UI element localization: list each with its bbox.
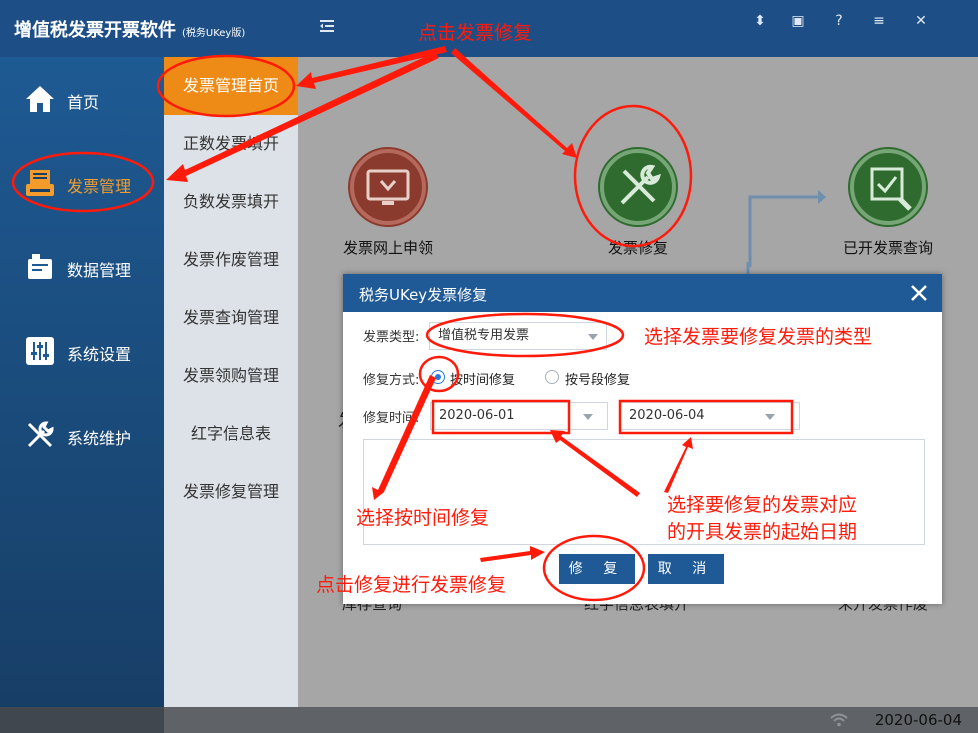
app-title-text: 增值税发票开票软件 <box>14 20 176 41</box>
invoice-type-label: 发票类型: <box>363 330 420 345</box>
start-date-picker[interactable]: 2020-06-01 <box>430 402 608 430</box>
settings-sliders-icon <box>26 337 54 365</box>
sidebar-item-label: 系统设置 <box>67 345 132 364</box>
annotation-select-by-time: 选择按时间修复 <box>356 507 490 529</box>
menu-icon[interactable]: ≡ <box>868 12 890 30</box>
monitor-download-icon <box>348 147 428 227</box>
start-date-value: 2020-06-01 <box>439 408 515 423</box>
chevron-down-icon <box>588 334 598 340</box>
sidebar-item-invoice[interactable]: 发票管理 <box>0 163 164 203</box>
close-icon[interactable] <box>908 282 930 304</box>
chevron-down-icon <box>765 414 775 420</box>
tools-icon <box>598 147 678 227</box>
sidebar-item-label: 首页 <box>67 93 100 112</box>
radio-by-segment-label: 按号段修复 <box>565 373 631 388</box>
status-date: 2020-06-04 <box>874 711 962 729</box>
func-label: 发票网上申领 <box>342 239 433 257</box>
sidebar-item-home[interactable]: 首页 <box>0 79 164 119</box>
close-icon[interactable]: ✕ <box>910 12 932 30</box>
annotation-click-repair-go: 点击修复进行发票修复 <box>316 574 507 596</box>
annotation-select-dates-1: 选择要修复的发票对应 <box>667 494 858 516</box>
radio-by-time-label: 按时间修复 <box>450 373 516 388</box>
annotation-select-dates-2: 的开具发票的起始日期 <box>667 521 858 543</box>
submenu-item-void[interactable]: 发票作废管理 <box>164 231 298 289</box>
submenu-item-invoice-home[interactable]: 发票管理首页 <box>164 57 298 115</box>
search-doc-icon <box>848 147 928 227</box>
help-icon[interactable]: ? <box>828 12 850 30</box>
end-date-picker[interactable]: 2020-06-04 <box>620 402 800 430</box>
invoice-icon <box>26 170 54 196</box>
collapse-icon[interactable] <box>318 17 336 35</box>
submenu-item-purchase[interactable]: 发票领购管理 <box>164 347 298 405</box>
wrench-icon <box>27 421 54 448</box>
submenu-item-red-info[interactable]: 红字信息表 <box>164 405 298 463</box>
submenu-item-negative-invoice[interactable]: 负数发票填开 <box>164 173 298 231</box>
sidebar-item-label: 系统维护 <box>67 429 132 448</box>
func-online-apply[interactable]: 发票网上申领 <box>328 147 448 258</box>
dialog-title-bar: 税务UKey发票修复 <box>343 274 942 312</box>
radio-by-segment[interactable] <box>545 370 559 384</box>
sidebar-item-maintenance[interactable]: 系统维护 <box>0 415 164 455</box>
invoice-type-select[interactable]: 增值税专用发票 <box>429 322 607 350</box>
app-title: 增值税发票开票软件 (税务UKey版) <box>14 16 245 42</box>
annotation-select-type: 选择发票要修复发票的类型 <box>644 326 873 348</box>
chevron-down-icon <box>583 414 593 420</box>
cancel-button[interactable]: 取 消 <box>648 554 724 584</box>
status-bar: 2020-06-04 <box>0 707 978 733</box>
submenu-item-query[interactable]: 发票查询管理 <box>164 289 298 347</box>
func-issued-query[interactable]: 已开发票查询 <box>828 147 948 258</box>
user-icon[interactable]: ⬍ <box>749 12 771 30</box>
window-icon[interactable]: ▣ <box>787 12 809 30</box>
func-label: 已开发票查询 <box>842 239 933 257</box>
wifi-icon <box>830 713 848 727</box>
home-icon <box>26 86 54 112</box>
annotation-click-repair: 点击发票修复 <box>418 22 533 44</box>
invoice-type-value: 增值税专用发票 <box>438 328 530 343</box>
app-subtitle: (税务UKey版) <box>182 28 246 39</box>
submenu-item-repair[interactable]: 发票修复管理 <box>164 463 298 521</box>
submenu: 发票管理首页 正数发票填开 负数发票填开 发票作废管理 发票查询管理 发票领购管… <box>164 57 298 707</box>
submenu-item-positive-invoice[interactable]: 正数发票填开 <box>164 115 298 173</box>
radio-by-time[interactable] <box>431 370 445 384</box>
sidebar-item-data[interactable]: 数据管理 <box>0 247 164 287</box>
repair-button[interactable]: 修 复 <box>559 554 635 584</box>
data-icon <box>28 254 52 279</box>
func-label: 发票修复 <box>607 239 668 257</box>
status-bar-left <box>0 707 164 733</box>
repair-time-label: 修复时间: <box>363 411 420 426</box>
dialog-title: 税务UKey发票修复 <box>359 286 488 304</box>
repair-mode-label: 修复方式: <box>363 373 420 388</box>
sidebar-item-label: 发票管理 <box>67 177 132 196</box>
sidebar: 首页 发票管理 数据管理 系统设置 系统维护 <box>0 57 164 707</box>
end-date-value: 2020-06-04 <box>629 408 705 423</box>
func-invoice-repair[interactable]: 发票修复 <box>578 147 698 258</box>
sidebar-item-settings[interactable]: 系统设置 <box>0 331 164 371</box>
sidebar-item-label: 数据管理 <box>67 261 132 280</box>
